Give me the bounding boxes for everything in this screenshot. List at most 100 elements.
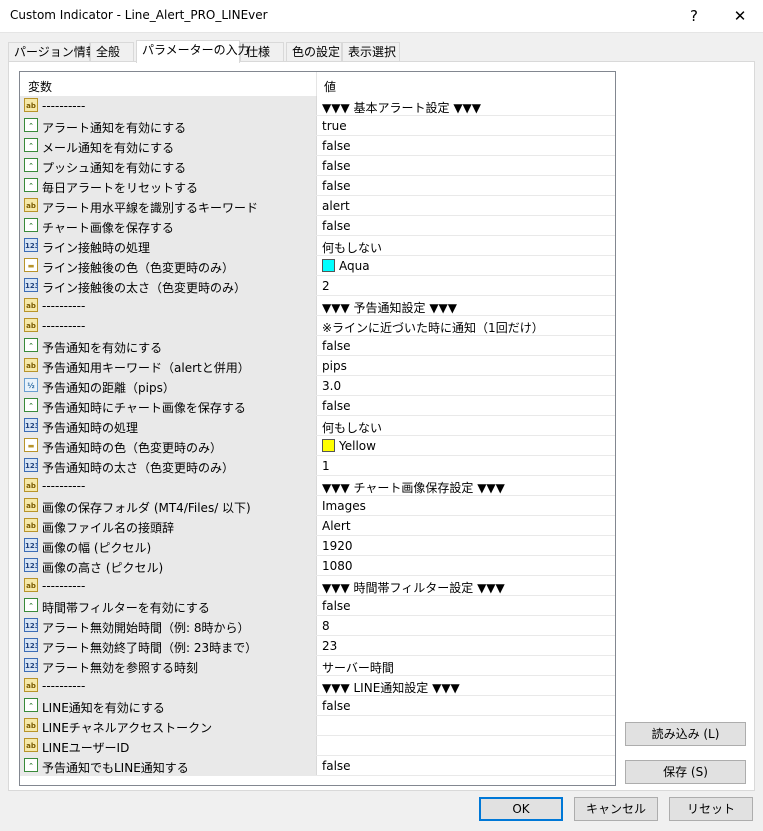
double-type-icon: ½ [24, 378, 38, 392]
parameter-value-cell[interactable]: 23 [322, 639, 337, 653]
parameter-row[interactable]: ⌃ LINE通知を有効にする false [20, 696, 615, 716]
string-type-icon: ab [24, 678, 38, 692]
parameter-name: 予告通知でもLINE通知する [42, 761, 189, 775]
parameter-row[interactable]: ⌃ アラート通知を有効にする true [20, 116, 615, 136]
parameter-row[interactable]: ⌃ 時間帯フィルターを有効にする false [20, 596, 615, 616]
parameter-value-cell[interactable]: Images [322, 499, 366, 513]
boolean-type-icon: ⌃ [24, 178, 38, 192]
parameter-row[interactable]: ⌃ 毎日アラートをリセットする false [20, 176, 615, 196]
parameter-value-cell[interactable]: 1 [322, 459, 330, 473]
parameter-value-cell[interactable]: ▼▼▼ チャート画像保存設定 ▼▼▼ [322, 479, 505, 496]
help-button[interactable]: ? [671, 0, 717, 32]
parameter-row[interactable]: 123 予告通知時の処理 何もしない [20, 416, 615, 436]
reset-button[interactable]: リセット [669, 797, 753, 821]
parameter-row[interactable]: ab ---------- ▼▼▼ チャート画像保存設定 ▼▼▼ [20, 476, 615, 496]
parameter-row[interactable]: ab LINEチャネルアクセストークン [20, 716, 615, 736]
parameter-value-cell[interactable]: false [322, 219, 351, 233]
parameter-value-cell[interactable]: false [322, 179, 351, 193]
parameter-row[interactable]: ab ---------- ▼▼▼ 予告通知設定 ▼▼▼ [20, 296, 615, 316]
parameter-name: 画像ファイル名の接頭辞 [42, 521, 175, 535]
parameter-value-cell[interactable]: サーバー時間 [322, 659, 394, 676]
load-button[interactable]: 読み込み (L) [625, 722, 746, 746]
integer-type-icon: 123 [24, 458, 38, 472]
close-button[interactable]: ✕ [717, 0, 763, 32]
parameter-row[interactable]: 123 ライン接触時の処理 何もしない [20, 236, 615, 256]
tab-color-settings[interactable]: 色の設定 [286, 42, 342, 61]
parameter-value-cell[interactable]: 8 [322, 619, 330, 633]
parameter-row[interactable]: ⌃ プッシュ通知を有効にする false [20, 156, 615, 176]
parameter-name: 毎日アラートをリセットする [42, 181, 199, 195]
parameter-value-cell[interactable]: Yellow [322, 439, 376, 453]
parameter-row[interactable]: 123 アラート無効を参照する時刻 サーバー時間 [20, 656, 615, 676]
parameter-value-cell[interactable]: false [322, 159, 351, 173]
tab-input-parameters[interactable]: パラメーターの入力 [136, 40, 250, 63]
parameter-name: 予告通知用キーワード（alertと併用） [42, 361, 250, 375]
color-type-icon: ▬ [24, 438, 38, 452]
parameter-value: false [322, 159, 351, 173]
parameter-value-cell[interactable]: ▼▼▼ 基本アラート設定 ▼▼▼ [322, 99, 481, 116]
parameter-value-cell[interactable]: false [322, 139, 351, 153]
parameter-row[interactable]: ab 画像の保存フォルダ (MT4/Files/ 以下) Images [20, 496, 615, 516]
parameter-row[interactable]: ab ---------- ▼▼▼ 時間帯フィルター設定 ▼▼▼ [20, 576, 615, 596]
parameter-row[interactable]: ab LINEユーザーID [20, 736, 615, 756]
parameter-value-cell[interactable]: 何もしない [322, 419, 382, 436]
parameter-value-cell[interactable]: Aqua [322, 259, 370, 273]
parameter-value-cell[interactable]: ▼▼▼ LINE通知設定 ▼▼▼ [322, 679, 460, 696]
parameter-value-cell[interactable]: false [322, 399, 351, 413]
parameter-row[interactable]: ½ 予告通知の距離（pips） 3.0 [20, 376, 615, 396]
parameter-row[interactable]: 123 アラート無効開始時間（例: 8時から） 8 [20, 616, 615, 636]
parameter-row[interactable]: ⌃ チャート画像を保存する false [20, 216, 615, 236]
parameter-row[interactable]: ▬ 予告通知時の色（色変更時のみ） Yellow [20, 436, 615, 456]
tab-display-selection[interactable]: 表示選択 [342, 42, 400, 61]
parameter-name: ---------- [42, 479, 86, 493]
parameter-value-cell[interactable]: alert [322, 199, 350, 213]
tab-general[interactable]: 全般 [90, 42, 134, 61]
parameter-value-cell[interactable]: ▼▼▼ 予告通知設定 ▼▼▼ [322, 299, 457, 316]
parameter-value-cell[interactable]: ▼▼▼ 時間帯フィルター設定 ▼▼▼ [322, 579, 505, 596]
parameter-row[interactable]: ⌃ 予告通知を有効にする false [20, 336, 615, 356]
parameter-value-cell[interactable]: Alert [322, 519, 351, 533]
parameter-name: 予告通知の距離（pips） [42, 381, 175, 395]
parameter-row[interactable]: ab ---------- ▼▼▼ 基本アラート設定 ▼▼▼ [20, 96, 615, 116]
save-button[interactable]: 保存 (S) [625, 760, 746, 784]
parameter-value-cell[interactable]: false [322, 699, 351, 713]
parameter-value-cell[interactable]: true [322, 119, 347, 133]
parameter-value-cell[interactable]: 2 [322, 279, 330, 293]
parameter-row[interactable]: 123 予告通知時の太さ（色変更時のみ） 1 [20, 456, 615, 476]
parameter-row[interactable]: 123 画像の高さ (ピクセル) 1080 [20, 556, 615, 576]
parameter-row[interactable]: ab ---------- ▼▼▼ LINE通知設定 ▼▼▼ [20, 676, 615, 696]
column-header-variable[interactable]: 変数 [28, 78, 52, 95]
parameter-row[interactable]: ab 画像ファイル名の接頭辞 Alert [20, 516, 615, 536]
parameter-value: Images [322, 499, 366, 513]
parameter-value-cell[interactable]: 3.0 [322, 379, 341, 393]
parameter-grid: 変数 値 ab ---------- ▼▼▼ 基本アラート設定 ▼▼▼ ⌃ アラート通知… [19, 71, 616, 786]
parameter-row[interactable]: ⌃ 予告通知時にチャート画像を保存する false [20, 396, 615, 416]
boolean-type-icon: ⌃ [24, 118, 38, 132]
parameter-row[interactable]: ▬ ライン接触後の色（色変更時のみ） Aqua [20, 256, 615, 276]
parameter-value-cell[interactable]: false [322, 599, 351, 613]
parameter-value-cell[interactable]: 1920 [322, 539, 353, 553]
parameter-row[interactable]: 123 ライン接触後の太さ（色変更時のみ） 2 [20, 276, 615, 296]
parameter-row[interactable]: ab 予告通知用キーワード（alertと併用） pips [20, 356, 615, 376]
column-header-value[interactable]: 値 [324, 78, 336, 95]
parameter-row[interactable]: 123 画像の幅 (ピクセル) 1920 [20, 536, 615, 556]
parameter-row[interactable]: ab アラート用水平線を識別するキーワード alert [20, 196, 615, 216]
parameter-value-cell[interactable]: 何もしない [322, 239, 382, 256]
string-type-icon: ab [24, 578, 38, 592]
parameter-row[interactable]: ⌃ 予告通知でもLINE通知する false [20, 756, 615, 776]
parameter-value-cell[interactable]: false [322, 339, 351, 353]
cancel-button[interactable]: キャンセル [574, 797, 658, 821]
parameter-value-cell[interactable]: false [322, 759, 351, 773]
parameter-value-cell[interactable]: 1080 [322, 559, 353, 573]
parameter-value-cell[interactable]: pips [322, 359, 347, 373]
parameter-row[interactable]: ⌃ メール通知を有効にする false [20, 136, 615, 156]
boolean-type-icon: ⌃ [24, 758, 38, 772]
parameter-value-cell[interactable]: ※ラインに近づいた時に通知（1回だけ） [322, 319, 544, 336]
parameter-row[interactable]: 123 アラート無効終了時間（例: 23時まで） 23 [20, 636, 615, 656]
parameter-row[interactable]: ab ---------- ※ラインに近づいた時に通知（1回だけ） [20, 316, 615, 336]
tab-strip: パージョン情報 全般 パラメーターの入力 仕様 色の設定 表示選択 [8, 40, 748, 63]
ok-button[interactable]: OK [479, 797, 563, 821]
tab-version-info[interactable]: パージョン情報 [8, 42, 98, 61]
column-separator[interactable] [316, 72, 317, 96]
parameter-name-cell: ⌃ 予告通知を有効にする [20, 336, 317, 355]
